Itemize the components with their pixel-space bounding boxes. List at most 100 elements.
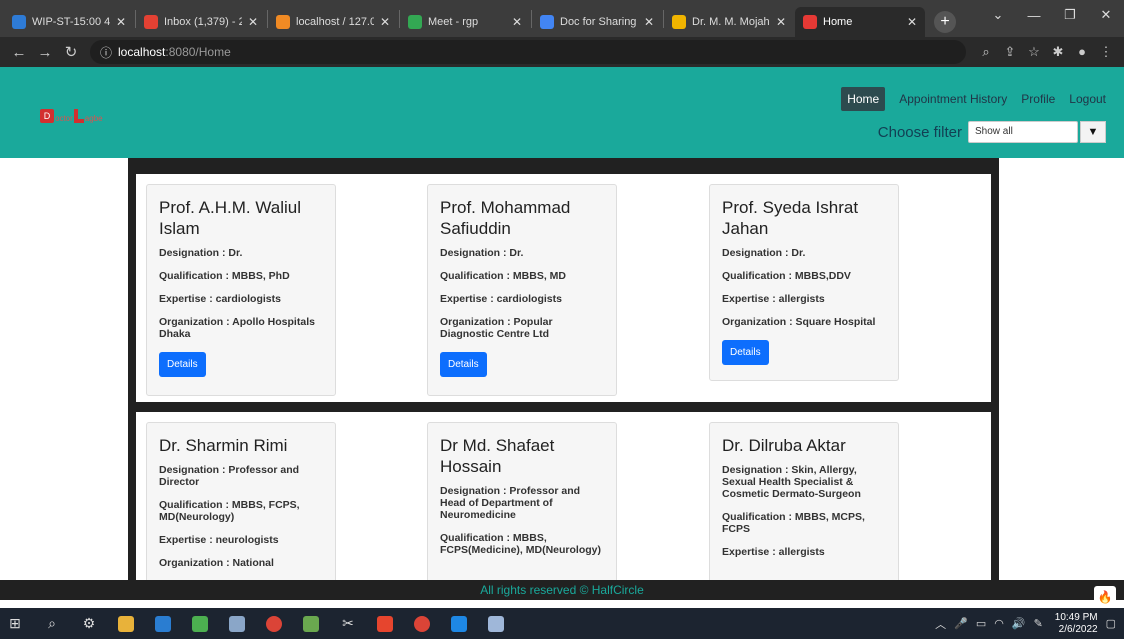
site-footer: All rights reserved © HalfCircle: [0, 580, 1124, 600]
nav-links: Home Appointment History Profile Logout: [827, 87, 1106, 111]
browser-tab[interactable]: Inbox (1,379) - 20 ✕: [136, 7, 266, 37]
doctor-name: Prof. A.H.M. Waliul Islam: [159, 198, 302, 238]
tab-title: WIP-ST-15:00 40: [32, 16, 110, 28]
back-icon[interactable]: ←: [6, 44, 32, 61]
tab-title: Doc for Sharing: [560, 16, 637, 28]
doctor-expertise: Expertise : cardiologists: [159, 293, 281, 305]
doctor-qualification: Qualification : MBBS, MD: [440, 270, 566, 282]
zoom-icon[interactable]: ⌕: [974, 44, 998, 60]
doctor-qualification: Qualification : MBBS, PhD: [159, 270, 290, 282]
filter-label: Choose filter: [877, 123, 962, 141]
tab-favicon: [803, 15, 817, 29]
tab-title: Inbox (1,379) - 20: [164, 16, 242, 28]
forward-icon[interactable]: →: [32, 44, 58, 61]
doctor-name: Dr. Dilruba Aktar: [722, 436, 846, 455]
bookmark-star-icon[interactable]: ☆: [1022, 44, 1046, 60]
browser-tab[interactable]: Dr. M. M. Mojahi ✕: [664, 7, 794, 37]
nav-profile-link[interactable]: Profile: [1021, 92, 1055, 106]
tab-title: Home: [823, 16, 853, 28]
details-button[interactable]: Details: [159, 352, 206, 377]
nav-home-link[interactable]: Home: [841, 87, 886, 111]
chevron-up-icon[interactable]: ︿: [935, 616, 946, 632]
doctor-designation: Designation : Dr.: [159, 247, 243, 259]
filter-icon[interactable]: ▼: [1080, 121, 1106, 143]
app-icon[interactable]: [481, 609, 511, 639]
tab-favicon: [540, 15, 554, 29]
doctor-expertise: Expertise : neurologists: [159, 534, 279, 546]
doctor-expertise: Expertise : allergists: [722, 546, 825, 558]
browser-tab[interactable]: Doc for Sharing ✕: [532, 7, 662, 37]
volume-icon[interactable]: 🔊: [1012, 617, 1026, 630]
taskbar-clock[interactable]: 10:49 PM 2/6/2022: [1055, 612, 1098, 636]
url-input[interactable]: ⓘ localhost:8080/Home: [90, 40, 966, 64]
menu-kebab-icon[interactable]: ⋮: [1094, 44, 1118, 60]
chrome-icon[interactable]: [407, 609, 437, 639]
browser-tab[interactable]: WIP-ST-15:00 40 ✕: [4, 7, 134, 37]
share-icon[interactable]: ⇪: [998, 44, 1022, 60]
doctor-qualification: Qualification : MBBS, FCPS, MD(Neurology…: [159, 499, 300, 523]
doctor-name: Dr. Sharmin Rimi: [159, 436, 288, 455]
file-explorer-icon[interactable]: [111, 609, 141, 639]
tab-title: Meet - rgp: [428, 16, 479, 28]
chrome-icon[interactable]: [259, 609, 289, 639]
nav-logout-link[interactable]: Logout: [1069, 92, 1106, 106]
snipping-tool-icon[interactable]: ✂: [333, 609, 363, 639]
mail-icon[interactable]: [148, 609, 178, 639]
settings-gear-icon[interactable]: ⚙: [74, 609, 104, 639]
browser-tab-active[interactable]: Home ✕: [795, 7, 925, 37]
tab-favicon: [12, 15, 26, 29]
site-logo[interactable]: D octor agbe: [40, 109, 104, 123]
app-icon[interactable]: [296, 609, 326, 639]
battery-icon[interactable]: ▭: [976, 617, 986, 630]
doctor-row: Dr. Sharmin Rimi Designation : Professor…: [128, 406, 999, 580]
windows-taskbar: ⊞ ⌕ ⚙ ✂ ︿ 🎤 ▭ ◠ 🔊 ✎ 10:49 PM 2/6/2022 ▢: [0, 608, 1124, 639]
browser-tab[interactable]: Meet - rgp ✕: [400, 7, 530, 37]
windows-start-icon[interactable]: ⊞: [0, 609, 30, 639]
clock-time: 10:49 PM: [1054, 611, 1098, 623]
microphone-icon[interactable]: 🎤: [954, 617, 968, 630]
close-icon[interactable]: ✕: [512, 15, 522, 29]
vscode-icon[interactable]: [444, 609, 474, 639]
close-icon[interactable]: ✕: [116, 15, 126, 29]
extensions-icon[interactable]: ✱: [1046, 44, 1070, 60]
app-icon[interactable]: [370, 609, 400, 639]
photos-icon[interactable]: [222, 609, 252, 639]
doctor-designation: Designation : Dr.: [722, 247, 806, 259]
profile-avatar-icon[interactable]: ●: [1070, 44, 1094, 60]
minimize-icon[interactable]: —: [1016, 0, 1052, 30]
store-icon[interactable]: [185, 609, 215, 639]
new-tab-button[interactable]: +: [934, 11, 956, 33]
close-icon[interactable]: ✕: [644, 15, 654, 29]
info-icon[interactable]: ⓘ: [100, 44, 112, 61]
doctor-expertise: Expertise : cardiologists: [440, 293, 562, 305]
pen-icon[interactable]: ✎: [1034, 617, 1043, 630]
close-window-icon[interactable]: ✕: [1088, 0, 1124, 30]
doctor-card: Prof. Mohammad Safiuddin Designation : D…: [427, 184, 617, 396]
nav-appointment-history-link[interactable]: Appointment History: [899, 92, 1007, 106]
browser-tab[interactable]: localhost / 127.0. ✕: [268, 7, 398, 37]
wifi-icon[interactable]: ◠: [994, 617, 1004, 630]
doctor-name: Prof. Syeda Ishrat Jahan: [722, 198, 859, 238]
close-icon[interactable]: ✕: [380, 15, 390, 29]
close-icon[interactable]: ✕: [776, 15, 786, 29]
notifications-icon[interactable]: ▢: [1106, 617, 1116, 630]
flame-icon[interactable]: 🔥: [1094, 586, 1116, 608]
doctor-designation: Designation : Skin, Allergy, Sexual Heal…: [722, 464, 861, 500]
doctor-qualification: Qualification : MBBS,DDV: [722, 270, 851, 282]
logo-text: agbe: [84, 114, 103, 123]
browser-tab-strip: WIP-ST-15:00 40 ✕ Inbox (1,379) - 20 ✕ loc…: [0, 0, 1124, 37]
doctor-name: Dr Md. Shafaet Hossain: [440, 436, 555, 476]
details-button[interactable]: Details: [722, 340, 769, 365]
restore-icon[interactable]: ❐: [1052, 0, 1088, 30]
close-icon[interactable]: ✕: [248, 15, 258, 29]
search-icon[interactable]: ⌕: [37, 609, 67, 639]
doctor-designation: Designation : Dr.: [440, 247, 524, 259]
tab-search-icon[interactable]: ⌄: [980, 0, 1016, 30]
filter-select[interactable]: Show all: [968, 121, 1078, 143]
doctor-card: Dr. Dilruba Aktar Designation : Skin, Al…: [709, 422, 899, 580]
reload-icon[interactable]: ↻: [58, 43, 84, 61]
close-icon[interactable]: ✕: [907, 15, 917, 29]
tab-favicon: [672, 15, 686, 29]
filter-row: Choose filter Show all ▼: [878, 121, 1106, 143]
details-button[interactable]: Details: [440, 352, 487, 377]
